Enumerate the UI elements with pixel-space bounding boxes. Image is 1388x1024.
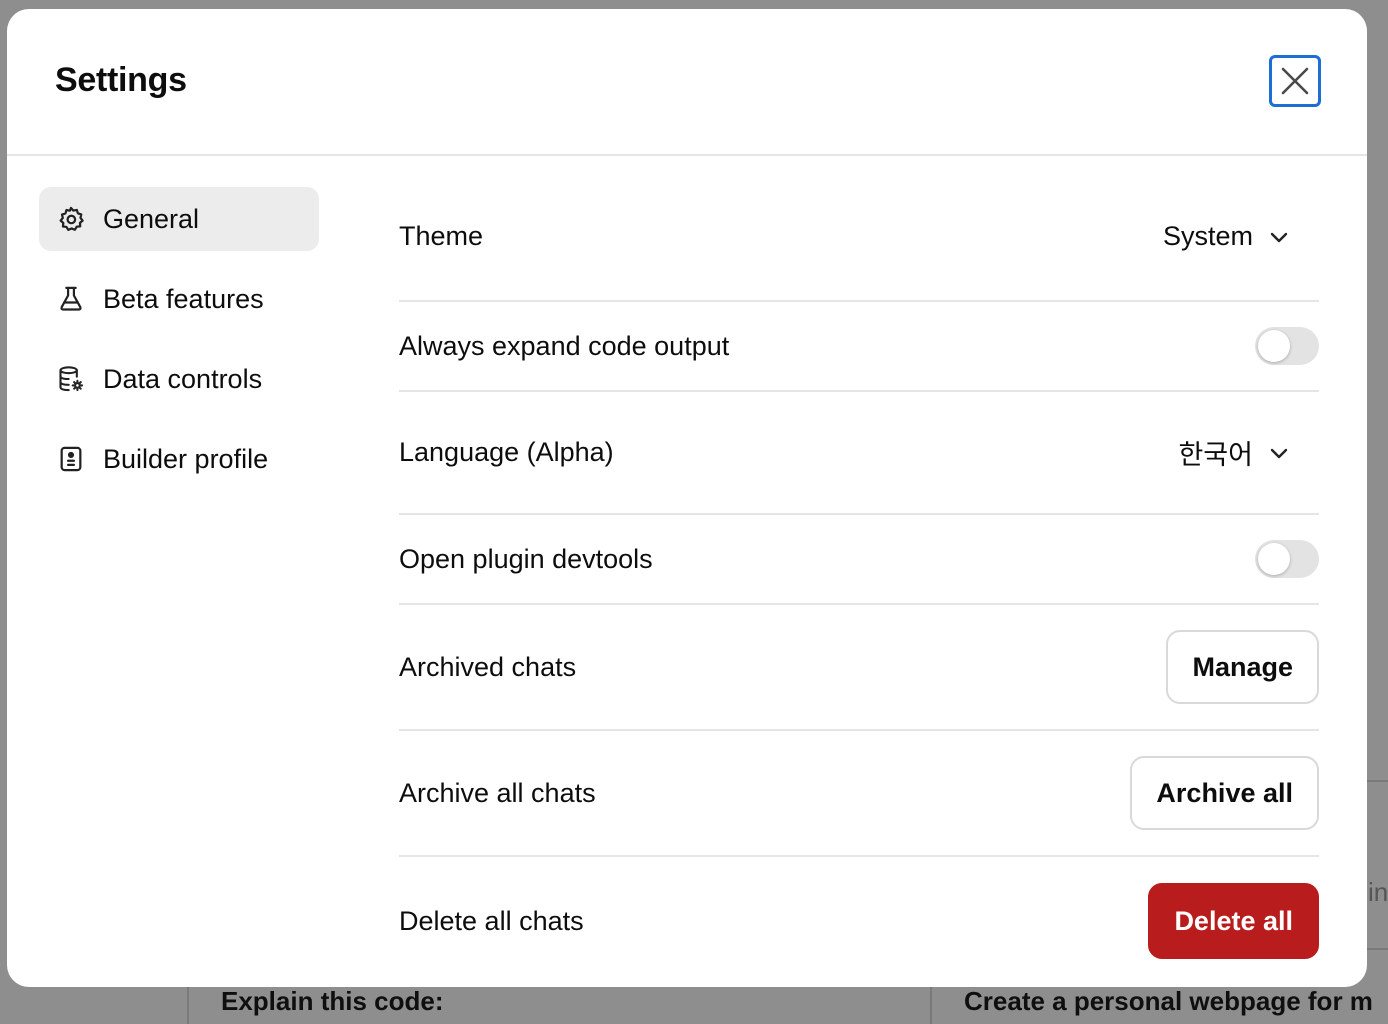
dialog-header: Settings: [7, 9, 1367, 156]
setting-row-expand-code: Always expand code output: [399, 302, 1319, 392]
sidebar-item-builder-profile[interactable]: Builder profile: [39, 427, 319, 491]
theme-select-value: System: [1162, 221, 1253, 251]
settings-dialog: Settings General Beta features Data cont…: [7, 9, 1367, 987]
theme-select[interactable]: System: [1163, 221, 1319, 252]
chevron-down-icon: [1269, 443, 1289, 463]
setting-label: Language (Alpha): [399, 437, 614, 467]
toggle-knob: [1258, 330, 1290, 362]
setting-label: Archive all chats: [399, 777, 596, 808]
setting-label: Always expand code output: [399, 330, 730, 361]
plugin-devtools-toggle[interactable]: [1255, 540, 1319, 578]
setting-row-archive-all: Archive all chats Archive all: [399, 731, 1319, 857]
sidebar-item-general[interactable]: General: [39, 187, 319, 251]
setting-row-delete-all: Delete all chats Delete all: [399, 857, 1319, 985]
toggle-knob: [1258, 543, 1290, 575]
settings-panel-general: Theme System Always expand code output L…: [399, 173, 1319, 985]
setting-row-archived-chats: Archived chats Manage: [399, 605, 1319, 731]
sidebar-item-beta-features[interactable]: Beta features: [39, 267, 319, 331]
setting-label: Open plugin devtools: [399, 543, 653, 574]
setting-row-language: Language (Alpha) 한국어: [399, 392, 1319, 515]
prompt-suggestion-text: Create a personal webpage for m: [964, 986, 1373, 1016]
sidebar-item-data-controls[interactable]: Data controls: [39, 347, 319, 411]
sidebar-item-label: Beta features: [103, 283, 264, 314]
background-card-edge: in: [1366, 780, 1388, 950]
id-badge-icon: [57, 445, 85, 473]
delete-all-button[interactable]: Delete all: [1148, 883, 1319, 959]
setting-label: Archived chats: [399, 651, 577, 682]
archive-all-button[interactable]: Archive all: [1130, 756, 1319, 830]
manage-archived-button[interactable]: Manage: [1166, 630, 1319, 704]
language-select[interactable]: 한국어: [1178, 433, 1319, 472]
flask-icon: [57, 285, 85, 313]
close-icon: [1281, 67, 1309, 95]
expand-code-toggle[interactable]: [1255, 327, 1319, 365]
close-button[interactable]: [1269, 55, 1321, 107]
dialog-title: Settings: [55, 61, 187, 99]
sidebar-item-label: Builder profile: [103, 443, 269, 474]
language-select-value: 한국어: [1178, 440, 1253, 470]
setting-row-plugin-devtools: Open plugin devtools: [399, 515, 1319, 605]
setting-row-theme: Theme System: [399, 173, 1319, 302]
gear-icon: [57, 205, 85, 233]
database-settings-icon: [57, 365, 85, 393]
prompt-suggestion-text: Explain this code:: [221, 986, 444, 1016]
background-card-edge-text: in: [1368, 877, 1388, 907]
sidebar-item-label: General: [103, 203, 200, 234]
settings-sidebar: General Beta features Data controls Buil…: [39, 187, 319, 507]
setting-label: Delete all chats: [399, 905, 584, 936]
chevron-down-icon: [1269, 227, 1289, 247]
sidebar-item-label: Data controls: [103, 363, 263, 394]
setting-label: Theme: [399, 221, 484, 251]
